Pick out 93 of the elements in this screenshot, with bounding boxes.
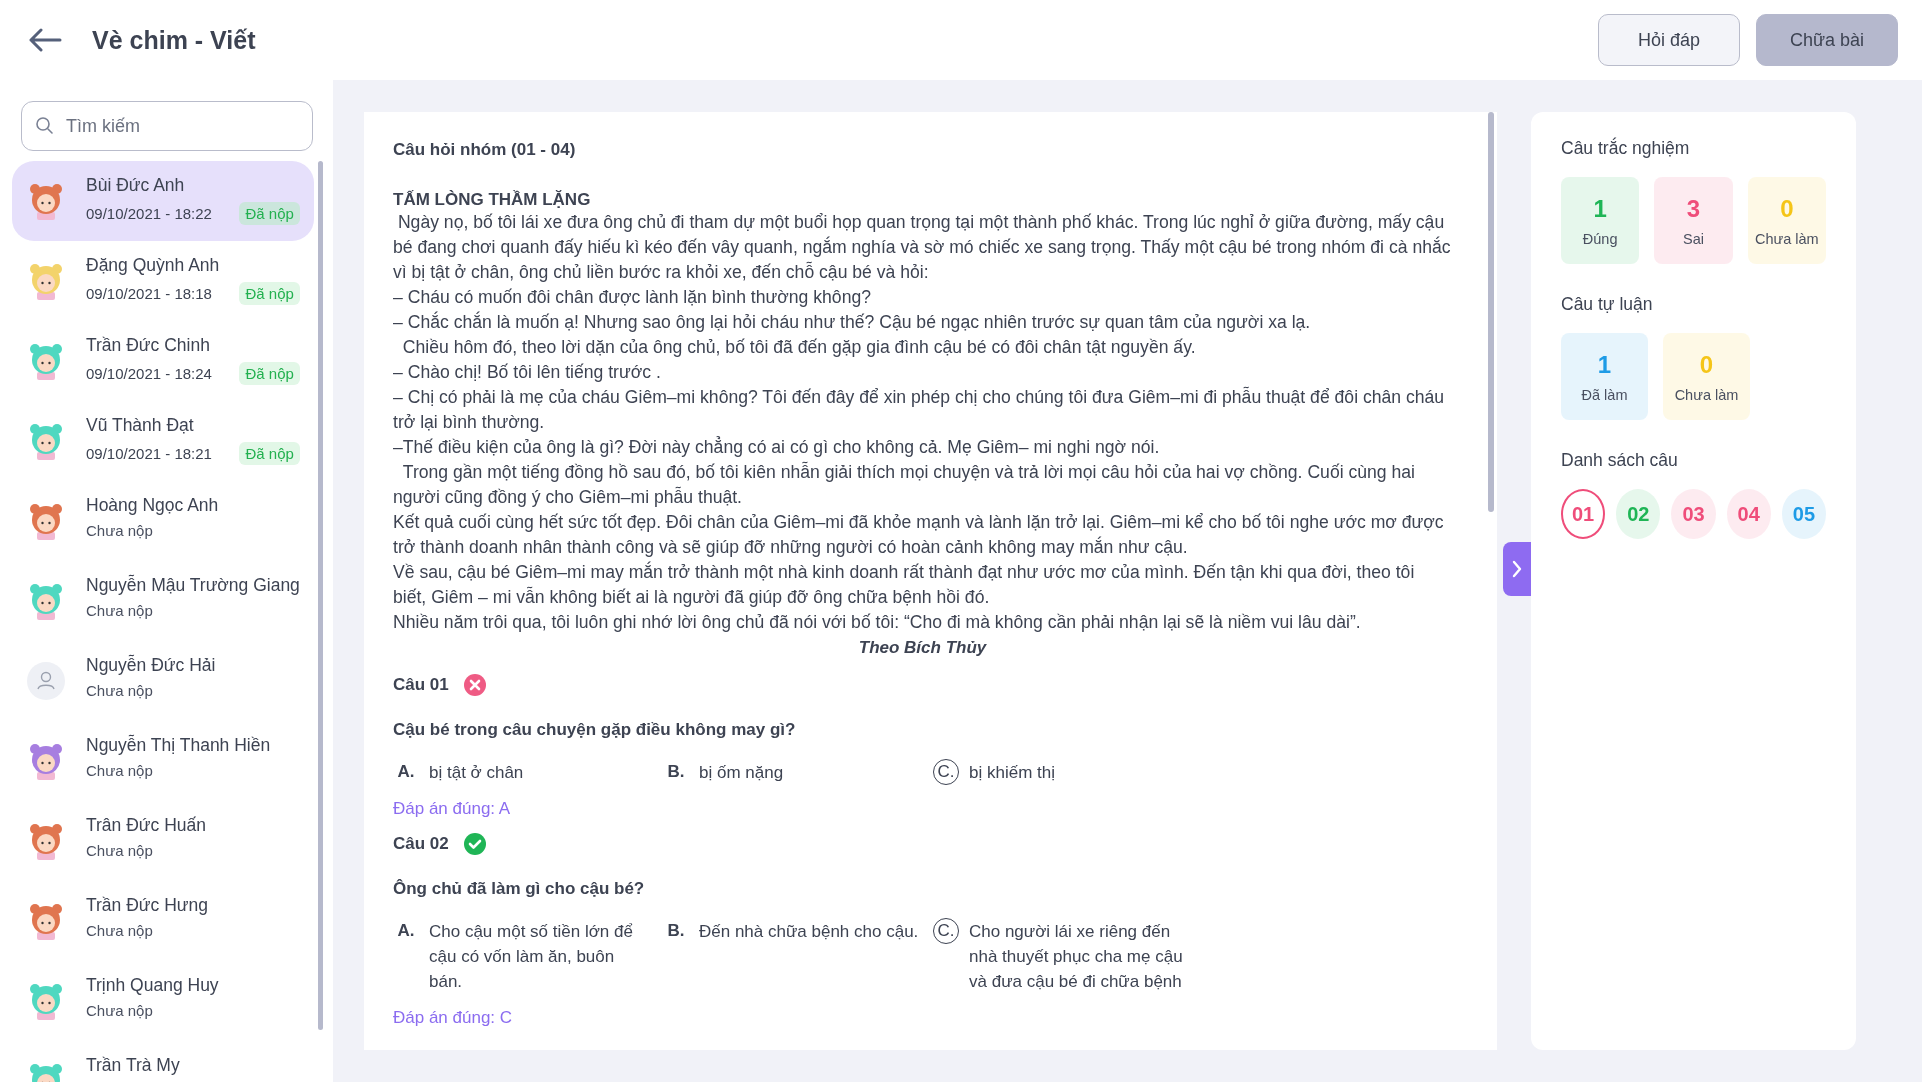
student-item[interactable]: Bùi Đức Anh 09/10/2021 - 18:22 Đã nộp bbox=[12, 161, 314, 241]
story-title: TẤM LÒNG THẦM LẶNG bbox=[393, 190, 592, 210]
story-source: Theo Bích Thủy bbox=[857, 637, 988, 659]
student-name: Nguyễn Mậu Trường Giang bbox=[86, 575, 300, 596]
question-text: Ông chủ đã làm gì cho cậu bé? bbox=[393, 879, 646, 899]
submit-time: 09/10/2021 - 18:24 bbox=[86, 365, 212, 382]
stat-label: Chưa làm bbox=[1754, 230, 1819, 247]
stat-value: 0 bbox=[1780, 194, 1794, 223]
scrollbar[interactable] bbox=[1488, 112, 1494, 512]
student-item[interactable]: Nguyễn Thị Thanh Hiền Chưa nộp bbox=[12, 721, 314, 801]
story-paragraph: Kết quả cuối cùng hết sức tốt đẹp. Đôi chân của Giêm–mi đã khỏe mạnh và lành lặn trở lại. Giêm–mi kể cho bố tôi nghe ước mơ được trở thành doanh nhân thành công và sẽ giúp đỡ những người có hoàn cảnh không may mắn như cậu. bbox=[393, 511, 1445, 559]
status-text: Chưa nộp bbox=[86, 842, 153, 859]
student-name: Hoàng Ngọc Anh bbox=[86, 495, 220, 516]
option-text: bị khiếm thị bbox=[969, 762, 1055, 784]
student-name: Nguyễn Đức Hải bbox=[86, 655, 217, 676]
student-item[interactable]: Đặng Quỳnh Anh 09/10/2021 - 18:18 Đã nộp bbox=[12, 241, 314, 321]
option-letter[interactable]: B. bbox=[663, 918, 689, 944]
student-name: Đặng Quỳnh Anh bbox=[86, 255, 221, 276]
expand-button[interactable] bbox=[1503, 542, 1531, 596]
student-name: Trần Trà My bbox=[86, 1055, 181, 1076]
story-paragraph: – Chắc chắn là muốn ạ! Nhưng sao ông lại hỏi cháu như thế? Cậu bé ngạc nhiên trước sự quan tâm của người xa lạ. bbox=[393, 310, 1312, 334]
student-name: Nguyễn Thị Thanh Hiền bbox=[86, 735, 272, 756]
student-name: Trần Đức Chinh bbox=[86, 335, 211, 356]
back-arrow-icon[interactable] bbox=[28, 28, 62, 52]
submit-time: 09/10/2021 - 18:21 bbox=[86, 445, 212, 462]
student-name: Vũ Thành Đạt bbox=[86, 415, 195, 436]
student-item[interactable]: Trân Đức Huấn Chưa nộp bbox=[12, 801, 314, 881]
question-label: Câu 02 bbox=[393, 834, 449, 854]
story-paragraph: Trong gần một tiếng đồng hồ sau đó, bố tôi kiên nhẫn giải thích mọi chuyện và trả lời mọi câu hỏi của hai vợ chồng. Cuối cùng hai người cũng đồng ý cho Giêm–mi phẫu thuật. bbox=[393, 460, 1416, 509]
fix-button[interactable]: Chữa bài bbox=[1756, 14, 1898, 66]
student-item[interactable]: Nguyễn Mậu Trường Giang Chưa nộp bbox=[12, 561, 314, 641]
scrollbar[interactable] bbox=[317, 161, 323, 1030]
student-item[interactable]: Trịnh Quang Huy Chưa nộp bbox=[12, 961, 314, 1041]
status-badge: Đã nộp bbox=[239, 202, 300, 225]
chevron-right-icon bbox=[1511, 559, 1523, 579]
story-paragraph: –Thế điều kiện của ông là gì? Đời này chẳng có ai có gì cho không cả. Mẹ Giêm– mi nghi ngờ nói. bbox=[393, 435, 1161, 459]
submit-time: 09/10/2021 - 18:18 bbox=[86, 285, 212, 302]
option-text: Cho cậu một số tiền lớn để cậu có vốn làm ăn, buôn bán. bbox=[429, 921, 634, 993]
student-name: Bùi Đức Anh bbox=[86, 175, 186, 196]
stat-label: Đã làm bbox=[1581, 386, 1628, 403]
story-paragraph: Ngày nọ, bố tôi lái xe đưa ông chủ đi tham dự một buổi họp quan trọng tại một thành phố khác. Trong lúc nghỉ ở giữa đường, mấy cậu bé đang chơi quanh đấy hiếu kì kéo đến vây quanh, ngắm nghía và sờ mó chiếc xe sang trọng. Thấy một cậu bé trong nhóm đi cà nhắc vì bị tật ở chân, ông chủ liền bước ra khỏi xe, đến chỗ cậu bé và hỏi: bbox=[393, 211, 1452, 284]
status-badge: Đã nộp bbox=[239, 442, 300, 465]
option-text: Cho người lái xe riêng đến nhà thuyết phục cha mẹ cậu và đưa cậu bé đi chữa bệnh bbox=[969, 921, 1184, 993]
status-text: Chưa nộp bbox=[86, 602, 153, 619]
question-label: Câu 01 bbox=[393, 675, 449, 695]
student-item[interactable]: Trần Đức Chinh 09/10/2021 - 18:24 Đã nộp bbox=[12, 321, 314, 401]
status-text: Chưa nộp bbox=[86, 1002, 153, 1019]
option-letter[interactable]: A. bbox=[393, 759, 419, 785]
stat-value: 0 bbox=[1699, 350, 1714, 379]
stat-value: 1 bbox=[1593, 194, 1607, 223]
student-name: Trịnh Quang Huy bbox=[86, 975, 220, 996]
section-title: Danh sách câu bbox=[1561, 450, 1679, 471]
group-title: Câu hỏi nhóm (01 - 04) bbox=[393, 140, 577, 160]
search-field[interactable]: Tìm kiếm bbox=[21, 101, 313, 151]
student-name: Trần Đức Hưng bbox=[86, 895, 209, 916]
story-paragraph: – Cháu có muốn đôi chân được lành lặn bình thường không? bbox=[393, 286, 872, 309]
correct-answer: Đáp án đúng: C bbox=[393, 1008, 514, 1028]
student-name: Trân Đức Huấn bbox=[86, 815, 207, 836]
question-text: Cậu bé trong câu chuyện gặp điều không may gì? bbox=[393, 720, 797, 740]
option-text: Đến nhà chữa bệnh cho cậu. bbox=[699, 921, 919, 943]
stat-label: Chưa làm bbox=[1674, 386, 1739, 403]
story-paragraph: Chiều hôm đó, theo lời dặn của ông chủ, bố tôi đã đến gặp gia đình cậu bé có đôi chân tật nguyền ấy. bbox=[401, 336, 1197, 359]
person-icon bbox=[26, 661, 66, 701]
story-paragraph: Nhiều năm trôi qua, tôi luôn ghi nhớ lời ông chủ đã nói với bố tôi: “Cho đi mà không cần phải nhận lại sẽ là niềm vui lâu dài”. bbox=[393, 611, 1362, 634]
status-text: Chưa nộp bbox=[86, 922, 153, 939]
story-paragraph: – Chị có phải là mẹ của cháu Giêm–mi không? Tôi đến đây để xin phép chị cho chúng tôi đưa Giêm–mi đi phẫu thuật để đôi chân cháu trở lại bình thường. bbox=[393, 385, 1446, 434]
option-text: bị ốm nặng bbox=[699, 762, 784, 784]
section-title: Câu tự luận bbox=[1561, 294, 1654, 315]
correct-answer: Đáp án đúng: A bbox=[393, 799, 512, 819]
option-letter[interactable]: A. bbox=[393, 918, 419, 944]
status-text: Chưa nộp bbox=[86, 522, 153, 539]
search-icon bbox=[35, 116, 55, 136]
option-letter[interactable]: B. bbox=[663, 759, 689, 785]
status-badge: Đã nộp bbox=[239, 362, 300, 385]
student-item[interactable]: Nguyễn Đức Hải Chưa nộp bbox=[12, 641, 314, 721]
story-paragraph: – Chào chị! Bố tôi lên tiếng trước . bbox=[393, 361, 662, 384]
section-title: Câu trắc nghiệm bbox=[1561, 138, 1691, 159]
stat-value: 1 bbox=[1597, 350, 1612, 379]
status-text: Chưa nộp bbox=[86, 682, 153, 699]
option-text: bị tật ở chân bbox=[429, 762, 524, 784]
student-item[interactable]: Vũ Thành Đạt 09/10/2021 - 18:21 Đã nộp bbox=[12, 401, 314, 481]
status-badge: Đã nộp bbox=[239, 282, 300, 305]
qa-button[interactable]: Hỏi đáp bbox=[1598, 14, 1740, 66]
student-item[interactable]: Hoàng Ngọc Anh Chưa nộp bbox=[12, 481, 314, 561]
story-paragraph: Về sau, cậu bé Giêm–mi may mắn trở thành một nhà kinh doanh rất thành đạt như ước mơ của mình. Đến tận khi qua đời, theo tôi biết, Giêm – mi vẫn không biết ai là người đã giúp đỡ ông chữa bệnh hồi đó. bbox=[393, 560, 1416, 609]
status-text: Chưa nộp bbox=[86, 762, 153, 779]
stat-value: 3 bbox=[1686, 194, 1701, 223]
student-item[interactable]: Trần Trà My bbox=[12, 1041, 314, 1082]
stat-label: Sai bbox=[1683, 230, 1704, 247]
stat-label: Đúng bbox=[1582, 230, 1618, 247]
student-item[interactable]: Trần Đức Hưng Chưa nộp bbox=[12, 881, 314, 961]
submit-time: 09/10/2021 - 18:22 bbox=[86, 205, 212, 222]
page-title: Vè chim - Viết bbox=[92, 25, 256, 55]
